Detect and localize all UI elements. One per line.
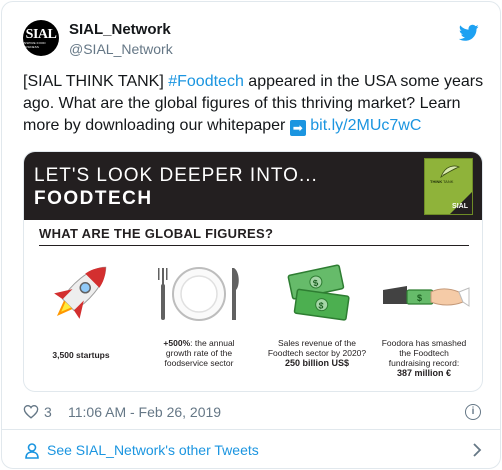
hashtag-link[interactable]: #Foodtech xyxy=(168,73,244,90)
heart-icon[interactable] xyxy=(23,404,39,419)
figure-revenue-line1: Sales revenue of the xyxy=(278,338,356,348)
figure-growth-line3: foodservice sector xyxy=(164,358,234,368)
figure-revenue-line2: Foodtech sector by 2020? xyxy=(267,348,367,358)
other-tweets-link[interactable]: See SIAL_Network's other Tweets xyxy=(2,430,500,468)
info-icon[interactable]: i xyxy=(465,404,481,420)
tweet-timestamp[interactable]: 11:06 AM - Feb 26, 2019 xyxy=(68,404,221,420)
avatar-logo-sub: INSPIRE FOOD BUSINESS xyxy=(23,40,46,49)
plate-icon xyxy=(158,267,239,321)
figure-fundraising-strong: 387 million € xyxy=(396,368,452,378)
figure-startups-text: 3,500 startups xyxy=(52,350,110,360)
like-count[interactable]: 3 xyxy=(44,404,52,420)
banner-line1: LET'S LOOK DEEPER INTO... xyxy=(34,165,318,186)
display-name[interactable]: SIAL_Network xyxy=(69,21,171,38)
handshake-money-icon: $ xyxy=(383,286,470,307)
chevron-right-icon xyxy=(473,443,482,457)
think-tank-logo: THINK TANK SIAL xyxy=(424,158,473,215)
tweet-card: SIAL INSPIRE FOOD BUSINESS SIAL_Network … xyxy=(1,1,501,469)
right-arrow-emoji-icon: ➡ xyxy=(289,120,306,136)
figure-growth: +500%: the annual growth rate of the foo… xyxy=(144,252,254,390)
figure-growth-bold: +500% xyxy=(163,338,191,348)
whitepaper-link[interactable]: bit.ly/2MUc7wC xyxy=(310,117,421,134)
think-tank-sial: SIAL xyxy=(452,203,468,210)
tweet-text: [SIAL THINK TANK] #Foodtech appeared in … xyxy=(23,71,485,137)
figure-growth-text: +500%: the annual growth rate of the foo… xyxy=(144,338,254,368)
figure-revenue-strong: 250 billion US$ xyxy=(284,358,350,368)
figure-revenue: $ $ Sales revenue of the Foodtech sector… xyxy=(262,252,372,390)
section-title: WHAT ARE THE GLOBAL FIGURES? xyxy=(39,226,274,241)
figure-fundraising-line1: Foodora has smashed xyxy=(381,338,467,348)
other-tweets-label: See SIAL_Network's other Tweets xyxy=(47,442,259,458)
user-handle[interactable]: @SIAL_Network xyxy=(69,41,173,57)
figure-fundraising-line3: fundraising record: xyxy=(388,358,460,368)
figure-growth-line2: growth rate of the xyxy=(165,348,233,358)
person-icon xyxy=(25,443,39,459)
rocket-icon xyxy=(54,266,107,319)
infographic-banner: LET'S LOOK DEEPER INTO... FOODTECH THINK… xyxy=(24,152,482,220)
avatar[interactable]: SIAL INSPIRE FOOD BUSINESS xyxy=(23,20,59,56)
twitter-bird-icon[interactable] xyxy=(459,24,479,42)
tweet-meta: 3 11:06 AM - Feb 26, 2019 i xyxy=(23,402,483,422)
figure-fundraising-line2: the Foodtech xyxy=(399,348,449,358)
think-tank-word1: THINK xyxy=(430,179,443,184)
figure-revenue-text: Sales revenue of the Foodtech sector by … xyxy=(262,338,372,368)
infographic-image[interactable]: LET'S LOOK DEEPER INTO... FOODTECH THINK… xyxy=(23,151,483,392)
svg-text:$: $ xyxy=(417,293,422,303)
figure-fundraising-text: Foodora has smashed the Foodtech fundrai… xyxy=(369,338,479,378)
leaf-icon xyxy=(440,165,461,178)
banner-line2: FOODTECH xyxy=(34,188,153,209)
avatar-logo-mark: SIAL xyxy=(25,26,57,42)
think-tank-word2: TANK xyxy=(443,179,454,184)
tweet-header: SIAL INSPIRE FOOD BUSINESS SIAL_Network … xyxy=(2,2,500,72)
section-rule xyxy=(39,245,469,246)
figure-fundraising: $ Foodora has smashed the Foodtech fundr… xyxy=(369,252,479,390)
figure-growth-line1: : the annual xyxy=(190,338,235,348)
figure-startups: 3,500 startups xyxy=(26,252,136,390)
tweet-text-part1: [SIAL THINK TANK] xyxy=(23,73,169,90)
money-icon: $ $ xyxy=(287,264,350,321)
